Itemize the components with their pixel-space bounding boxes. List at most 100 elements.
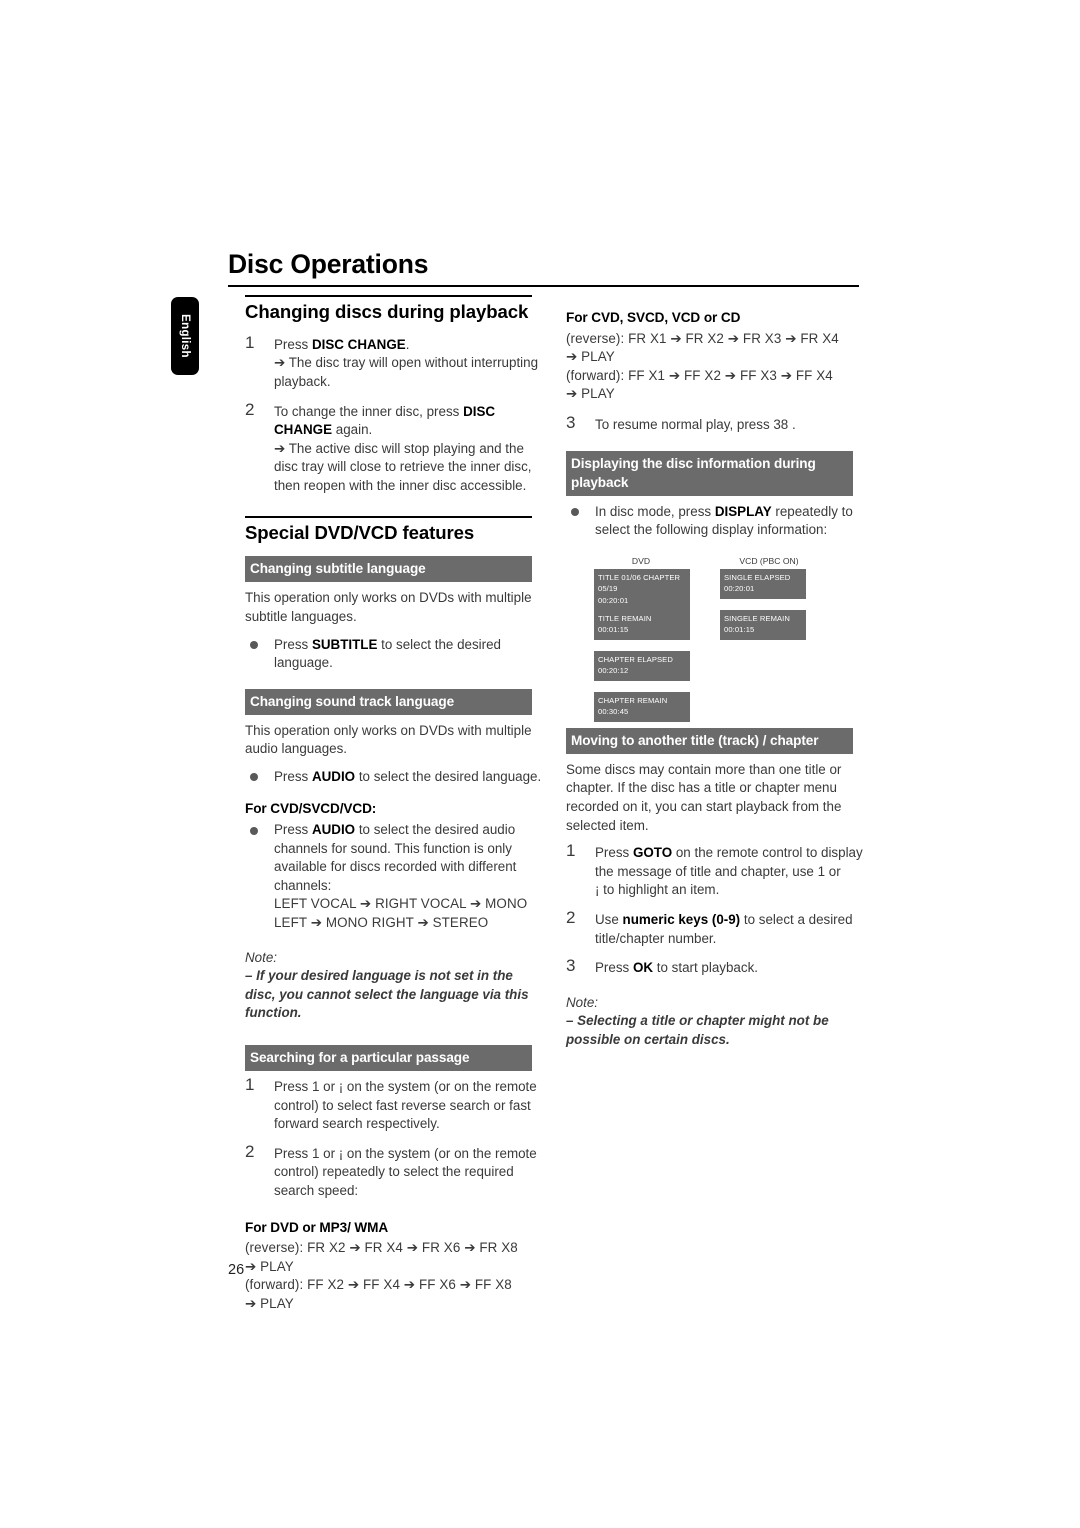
- display-box-line2: 00:01:15: [724, 625, 755, 635]
- display-box-title-remain: TITLE REMAIN 00:01:15: [594, 609, 690, 640]
- step-keyword: GOTO: [632, 845, 673, 861]
- bullet-keyword: SUBTITLE: [311, 636, 378, 652]
- step-result: ➔ The disc tray will open without interr…: [274, 355, 539, 389]
- bullet-text-pre: Press: [274, 822, 312, 838]
- step-number: 1: [245, 1075, 255, 1094]
- note-body: – Selecting a title or chapter might not…: [566, 1013, 829, 1047]
- subsection-bar-subtitle-language: Changing subtitle language: [245, 556, 532, 583]
- diagram-column-head-dvd: DVD: [631, 555, 651, 566]
- display-info-diagram: DVD VCD (PBC ON) TITLE 01/06 CHAPTER 05/…: [566, 552, 856, 724]
- cvd-search-forward: (forward): FF X1 ➔ FF X2 ➔ FF X3 ➔ FF X4: [566, 367, 833, 383]
- bullet-text-pre: In disc mode, press: [595, 503, 715, 519]
- display-box-title-chapter: TITLE 01/06 CHAPTER 05/19 00:20:01: [594, 568, 690, 611]
- step-text-cont: ¡ to highlight an item.: [595, 882, 720, 898]
- display-box-line2: 00:01:15: [598, 625, 629, 635]
- step-number: 2: [245, 399, 255, 419]
- bullet-text-pre: Press: [274, 768, 312, 784]
- step-item: 3 To resume normal play, press 38 .: [566, 413, 866, 435]
- step-text-pre: To change the inner disc, press: [274, 403, 464, 419]
- bullet-keyword: AUDIO: [311, 768, 356, 784]
- section-heading-changing-discs: Changing discs during playback: [245, 301, 529, 323]
- display-box-line1: SINGELE REMAIN: [724, 613, 790, 623]
- step-number: 2: [245, 1141, 255, 1161]
- language-tab-label: English: [179, 314, 191, 358]
- bullet-item: Press SUBTITLE to select the desired lan…: [245, 636, 545, 673]
- cvd-search-forward-cont: ➔ PLAY: [566, 386, 615, 402]
- audio-channel-chain-1: LEFT VOCAL ➔ RIGHT VOCAL ➔ MONO: [274, 896, 528, 912]
- subhead-for-cvd-svcd-vcd: For CVD/SVCD/VCD:: [245, 801, 377, 817]
- search-speed-forward: (forward): FF X2 ➔ FF X4 ➔ FF X6 ➔ FF X8: [245, 1277, 512, 1293]
- step-item: 1 Press DISC CHANGE. ➔ The disc tray wil…: [245, 332, 545, 392]
- display-box-chapter-remain: CHAPTER REMAIN 00:30:45: [594, 691, 690, 722]
- bullet-item: Press AUDIO to select the desired audio …: [245, 821, 545, 933]
- step-number: 3: [566, 956, 576, 976]
- subhead-for-cvd-svcd-vcd-cd: For CVD, SVCD, VCD or CD: [566, 310, 741, 325]
- display-box-line1: SINGLE ELAPSED: [724, 572, 791, 582]
- display-box-single-remain: SINGELE REMAIN 00:01:15: [720, 609, 806, 640]
- subtitle-body-text: This operation only works on DVDs with m…: [245, 590, 532, 624]
- note-block: Note: – Selecting a title or chapter mig…: [566, 994, 866, 1050]
- step-item: 2 Press 1 or ¡ on the system (or on the …: [245, 1141, 545, 1201]
- display-box-line1: CHAPTER REMAIN: [598, 695, 668, 705]
- bullet-keyword: DISPLAY: [714, 503, 772, 519]
- page-title: Disc Operations: [228, 249, 429, 279]
- step-number: 2: [566, 907, 576, 927]
- search-speed-reverse-cont: ➔ PLAY: [245, 1258, 294, 1274]
- bullet-keyword: AUDIO: [311, 822, 356, 838]
- display-box-line2: 00:30:45: [598, 707, 629, 717]
- display-box-line2: 00:20:12: [598, 666, 629, 676]
- bullet-item: In disc mode, press DISPLAY repeatedly t…: [566, 503, 866, 540]
- bullet-text-post: to select the desired language.: [355, 768, 542, 784]
- audio-channel-chain-2: LEFT ➔ MONO RIGHT ➔ STEREO: [274, 915, 489, 931]
- step-item: 1 Press GOTO on the remote control to di…: [566, 841, 866, 900]
- step-text: Press 1 or ¡ on the system (or on the re…: [274, 1079, 537, 1132]
- subsection-bar-soundtrack-language: Changing sound track language: [245, 688, 532, 715]
- cvd-search-reverse: (reverse): FR X1 ➔ FR X2 ➔ FR X3 ➔ FR X4: [566, 330, 839, 346]
- display-box-line2: 00:20:01: [598, 595, 629, 605]
- note-body: – If your desired language is not set in…: [245, 968, 529, 1021]
- diagram-column-head-vcd: VCD (PBC ON): [739, 555, 799, 566]
- step-item: 2 Use numeric keys (0-9) to select a des…: [566, 907, 866, 948]
- step-item: 3 Press OK to start playback.: [566, 956, 866, 978]
- display-box-line1: CHAPTER ELAPSED: [598, 654, 673, 664]
- manual-page: Disc Operations English Changing discs d…: [0, 0, 1080, 1528]
- title-divider: [228, 285, 859, 288]
- step-text-pre: Use: [595, 911, 623, 927]
- step-text-pre: Press: [274, 336, 312, 352]
- display-box-chapter-elapsed: CHAPTER ELAPSED 00:20:12: [594, 650, 690, 681]
- right-column: For CVD, SVCD, VCD or CD (reverse): FR X…: [566, 295, 866, 1049]
- step-number: 1: [566, 841, 576, 861]
- display-box-single-elapsed: SINGLE ELAPSED 00:20:01: [720, 568, 806, 599]
- subhead-for-dvd-mp3-wma: For DVD or MP3/ WMA: [245, 1219, 389, 1235]
- step-text-pre: Press: [595, 845, 633, 861]
- bullet-icon: [250, 826, 258, 835]
- section-heading-special-features: Special DVD/VCD features: [245, 521, 475, 543]
- bullet-icon: [250, 641, 258, 649]
- moving-body-text: Some discs may contain more than one tit…: [566, 761, 842, 833]
- step-text-post: .: [405, 336, 410, 352]
- bullet-text-pre: Press: [274, 636, 312, 652]
- step-text: Press 1 or ¡ on the system (or on the re…: [274, 1145, 537, 1198]
- section-divider: [245, 295, 532, 298]
- step-text-pre: Press: [595, 960, 633, 976]
- language-tab: English: [171, 297, 199, 375]
- subsection-bar-displaying-disc-info: Displaying the disc information during p…: [566, 450, 853, 496]
- step-text-post: to start playback.: [653, 960, 758, 976]
- display-box-line2: 00:20:01: [724, 584, 755, 594]
- note-title: Note:: [566, 994, 599, 1010]
- step-keyword: numeric keys (0-9): [622, 911, 741, 927]
- subsection-bar-searching-passage: Searching for a particular passage: [245, 1045, 532, 1071]
- bullet-icon: [250, 773, 258, 782]
- step-text-post: again.: [332, 422, 373, 438]
- cvd-search-reverse-cont: ➔ PLAY: [566, 349, 615, 365]
- step-text: To resume normal play, press 38 .: [595, 416, 796, 432]
- step-item: 1 Press 1 or ¡ on the system (or on the …: [245, 1075, 545, 1134]
- step-number: 1: [245, 332, 255, 352]
- section-divider: [245, 515, 532, 518]
- step-keyword: OK: [632, 960, 654, 976]
- search-speed-forward-cont: ➔ PLAY: [245, 1295, 294, 1311]
- soundtrack-body-text: This operation only works on DVDs with m…: [245, 722, 532, 757]
- display-box-line1: TITLE REMAIN: [598, 613, 652, 623]
- bullet-item: Press AUDIO to select the desired langua…: [245, 768, 545, 787]
- page-number: 26: [228, 1262, 245, 1278]
